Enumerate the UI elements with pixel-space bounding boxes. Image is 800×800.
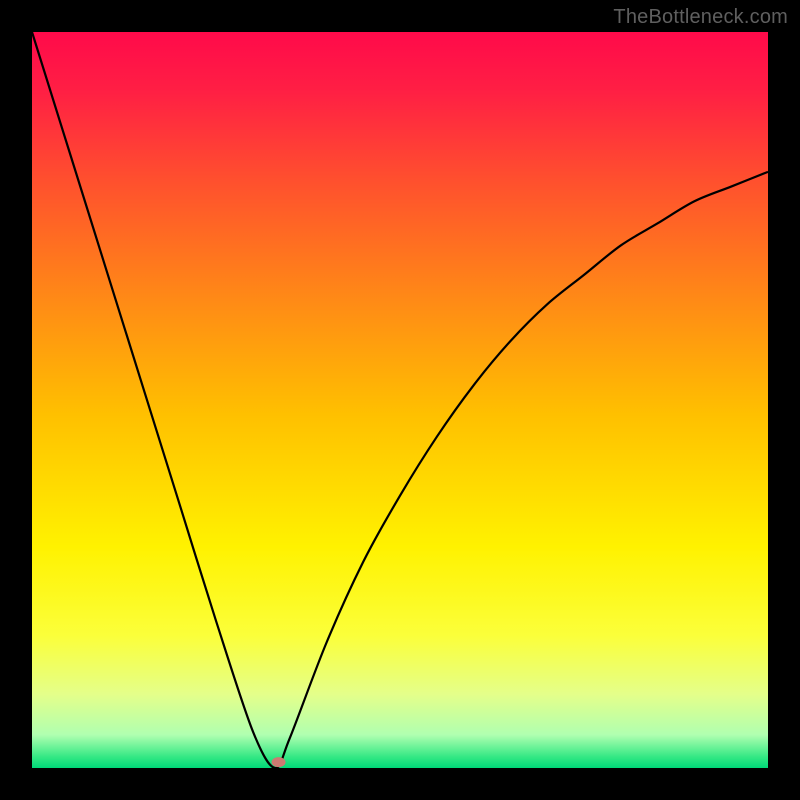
plot-area	[32, 32, 768, 768]
gradient-background	[32, 32, 768, 768]
chart-frame: TheBottleneck.com	[0, 0, 800, 800]
bottleneck-chart-svg	[32, 32, 768, 768]
bottleneck-marker	[272, 757, 286, 767]
watermark-text: TheBottleneck.com	[613, 6, 788, 29]
